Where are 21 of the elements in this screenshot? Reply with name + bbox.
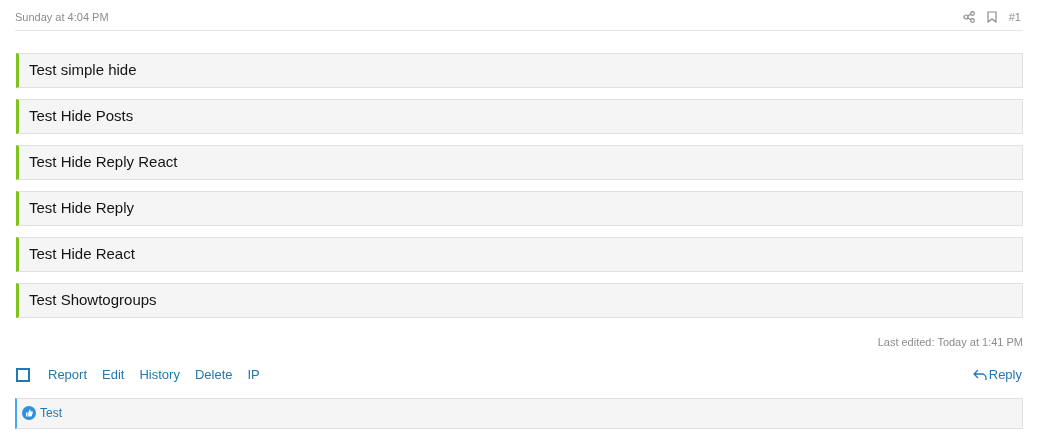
block-text: Test Hide Posts	[29, 106, 134, 127]
action-link[interactable]: Edit	[102, 364, 125, 385]
block-text: Test simple hide	[29, 60, 137, 81]
action-link[interactable]: History	[139, 364, 180, 385]
select-checkbox[interactable]	[16, 367, 30, 382]
share-icon[interactable]	[962, 11, 975, 23]
post-date[interactable]: Sunday at 4:04 PM	[15, 8, 109, 26]
bookmark-icon[interactable]	[986, 11, 997, 23]
like-icon	[22, 406, 36, 420]
action-link[interactable]: Report	[48, 364, 88, 385]
action-link[interactable]: Delete	[194, 364, 233, 385]
block-text: Test Showtogroups	[29, 290, 157, 311]
reply-link[interactable]: Reply	[972, 364, 1023, 385]
last-edited: Last edited: Today at 1:41 PM	[877, 335, 1023, 350]
action-link[interactable]: IP	[247, 364, 260, 385]
reply-icon	[972, 368, 987, 381]
reaction-text[interactable]: Test	[40, 404, 62, 422]
block-text: Test Hide Reply	[29, 198, 135, 219]
block-text: Test Hide Reply React	[29, 152, 178, 173]
block-text: Test Hide React	[29, 244, 135, 265]
post-number[interactable]: #1	[1008, 8, 1021, 26]
